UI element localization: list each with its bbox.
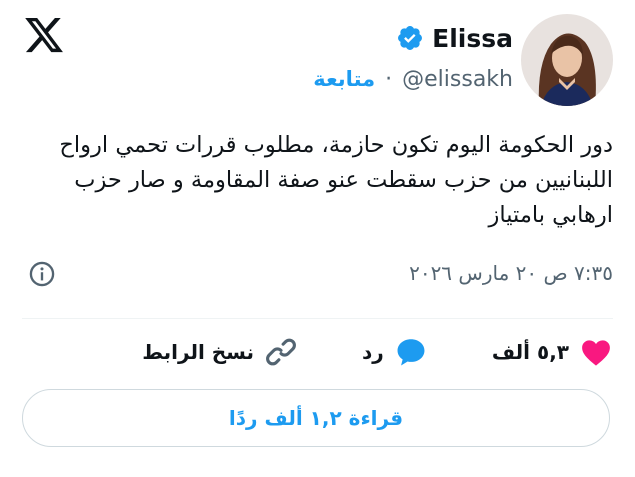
author-handle[interactable]: @elissakh — [402, 67, 513, 92]
like-count: ٥,٣ ألف — [491, 340, 569, 364]
profile-photo — [521, 14, 613, 106]
reply-button[interactable]: رد — [362, 335, 428, 369]
separator: · — [385, 66, 393, 92]
divider — [22, 318, 613, 319]
info-icon[interactable] — [28, 260, 56, 288]
like-button[interactable]: ٥,٣ ألف — [492, 335, 613, 369]
author-name[interactable]: Elissa — [432, 24, 513, 53]
action-bar: ٥,٣ ألف رد نسخ الرابط — [142, 332, 613, 372]
tweet-timestamp-row: ٧:٣٥ ص ٢٠ مارس ٢٠٢٦ — [409, 258, 613, 288]
read-replies-button[interactable]: قراءة ١,٢ ألف ردًا — [22, 389, 610, 447]
avatar[interactable] — [521, 14, 613, 106]
reply-bubble-icon — [397, 339, 425, 366]
copy-link-button[interactable]: نسخ الرابط — [142, 335, 298, 369]
tweet-text: دور الحكومة اليوم تكون حازمة، مطلوب قررا… — [59, 132, 613, 228]
link-icon — [266, 338, 296, 366]
x-logo-icon[interactable] — [22, 14, 66, 56]
reply-label: رد — [362, 340, 384, 364]
author-name-row: Elissa — [396, 20, 513, 56]
verified-badge-icon — [398, 26, 423, 50]
copy-link-label: نسخ الرابط — [142, 340, 255, 364]
author-meta-row: متابعة · @elissakh — [313, 62, 513, 96]
follow-button[interactable]: متابعة — [313, 67, 375, 91]
read-replies-label: قراءة ١,٢ ألف ردًا — [228, 406, 404, 430]
heart-icon — [582, 340, 610, 366]
tweet-timestamp[interactable]: ٧:٣٥ ص ٢٠ مارس ٢٠٢٦ — [409, 261, 613, 285]
